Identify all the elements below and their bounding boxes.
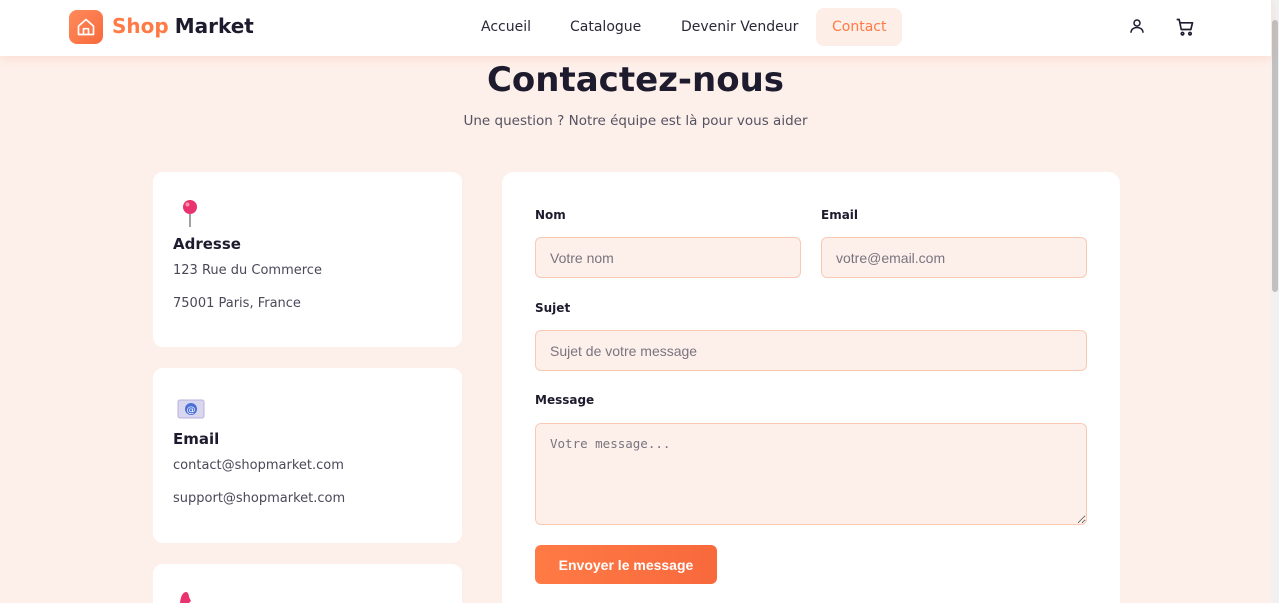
phone-card — [153, 564, 462, 603]
brand-logo[interactable]: Shop Market — [112, 14, 254, 38]
send-message-button[interactable]: Envoyer le message — [535, 545, 717, 584]
cart-icon[interactable] — [1175, 17, 1195, 37]
top-navbar: Shop Market Accueil Catalogue Devenir Ven… — [0, 0, 1271, 56]
page-title: Contactez-nous — [486, 60, 785, 100]
email-card: @ Email contact@shopmarket.com support@s… — [153, 368, 462, 543]
home-logo-icon[interactable] — [69, 10, 103, 44]
scrollbar-thumb[interactable] — [1272, 20, 1278, 292]
email-line: contact@shopmarket.com — [173, 458, 344, 473]
brand-market: Market — [174, 14, 254, 38]
pushpin-icon — [181, 199, 199, 233]
subject-input[interactable] — [535, 330, 1087, 371]
nav-devenir-vendeur[interactable]: Devenir Vendeur — [665, 8, 814, 46]
nav-contact[interactable]: Contact — [816, 8, 903, 46]
phone-icon — [177, 590, 193, 603]
subject-label: Sujet — [535, 301, 571, 315]
card-title: Email — [173, 430, 220, 448]
brand-shop: Shop — [112, 14, 169, 38]
email-input[interactable] — [821, 237, 1087, 278]
nav-accueil[interactable]: Accueil — [465, 8, 547, 46]
email-line: support@shopmarket.com — [173, 491, 346, 506]
email-label: Email — [821, 208, 859, 222]
card-title: Adresse — [173, 235, 241, 253]
address-line: 123 Rue du Commerce — [173, 263, 322, 278]
email-icon: @ — [177, 399, 205, 423]
message-label: Message — [535, 393, 595, 407]
address-line: 75001 Paris, France — [173, 296, 301, 311]
page-scrollbar[interactable] — [1271, 0, 1279, 603]
name-label: Nom — [535, 208, 566, 222]
nav-catalogue[interactable]: Catalogue — [554, 8, 657, 46]
name-input[interactable] — [535, 237, 801, 278]
message-textarea[interactable] — [535, 423, 1087, 525]
svg-text:@: @ — [187, 406, 196, 416]
address-card: Adresse 123 Rue du Commerce 75001 Paris,… — [153, 172, 462, 347]
user-icon[interactable] — [1128, 17, 1148, 37]
contact-form: Nom Email Sujet Message Envoyer le messa… — [502, 172, 1120, 603]
page-subtitle: Une question ? Notre équipe est là pour … — [463, 113, 808, 129]
